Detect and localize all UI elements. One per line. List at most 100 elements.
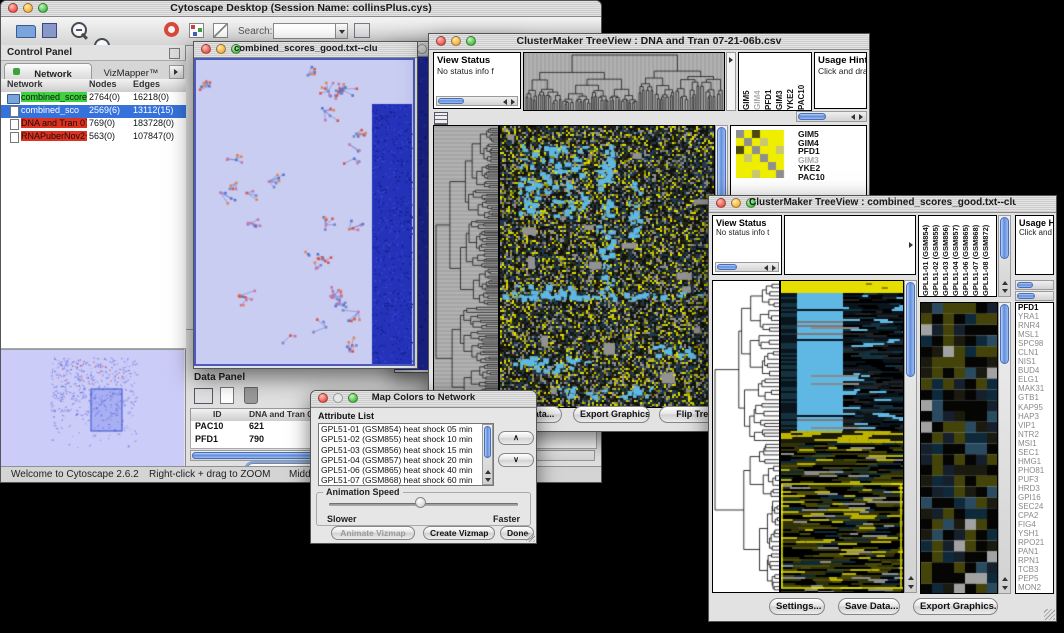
- tv1-row-label[interactable]: PAC10: [798, 173, 825, 182]
- tv1-column-label[interactable]: PFD1: [764, 55, 773, 110]
- gene-label[interactable]: KAP95: [1018, 403, 1053, 412]
- tab-vizmapper[interactable]: VizMapper™: [92, 63, 170, 79]
- minimize-button[interactable]: [417, 44, 427, 54]
- tv2-status-scrollbar[interactable]: [715, 262, 779, 272]
- gene-label[interactable]: MSL1: [1018, 330, 1053, 339]
- tab-overflow-arrow[interactable]: [169, 65, 184, 79]
- vizmap-icon[interactable]: [189, 23, 204, 38]
- tv2-column-label[interactable]: GPL51-03 (GSM856): [941, 218, 950, 296]
- gene-label[interactable]: TCB3: [1018, 565, 1053, 574]
- col-nodes[interactable]: Nodes: [89, 79, 117, 89]
- gene-label[interactable]: YRA1: [1018, 312, 1053, 321]
- gene-label[interactable]: SEC24: [1018, 502, 1053, 511]
- tv2-heatmap-vscrollbar[interactable]: [904, 280, 917, 593]
- tv2-column-label[interactable]: GPL51-02 (GSM855): [931, 218, 940, 296]
- gene-label[interactable]: FIG4: [1018, 520, 1053, 529]
- gene-label[interactable]: YSH1: [1018, 529, 1053, 538]
- gene-label[interactable]: HAP3: [1018, 412, 1053, 421]
- network-table-row[interactable]: combined_scores 2764(0) 16218(0): [1, 92, 186, 105]
- attribute-item[interactable]: GPL51-06 (GSM865) heat shock 40 min: [319, 465, 482, 475]
- tv1-column-label[interactable]: GIM5: [742, 55, 751, 110]
- move-down-button[interactable]: ∨: [498, 453, 534, 467]
- gene-label[interactable]: PEP5: [1018, 574, 1053, 583]
- search-dropdown-button[interactable]: [335, 23, 348, 39]
- tv2-column-label[interactable]: GPL51-01 (GSM854): [921, 218, 930, 296]
- tv1-export-graphics-button[interactable]: Export Graphics...: [573, 406, 650, 423]
- gene-label[interactable]: CPA2: [1018, 511, 1053, 520]
- resize-grip[interactable]: [526, 533, 535, 542]
- gene-label[interactable]: ELG1: [1018, 375, 1053, 384]
- close-button[interactable]: [436, 36, 446, 46]
- delete-attribute-icon[interactable]: [244, 387, 258, 404]
- open-session-icon[interactable]: [16, 25, 36, 38]
- minimize-button[interactable]: [451, 36, 461, 46]
- tv2-heatmap[interactable]: [780, 280, 904, 593]
- gene-label[interactable]: NTR2: [1018, 430, 1053, 439]
- create-vizmap-button[interactable]: Create Vizmap: [423, 526, 495, 540]
- move-up-button[interactable]: ∧: [498, 431, 534, 445]
- close-button[interactable]: [201, 44, 211, 54]
- gene-label[interactable]: MON2: [1018, 583, 1053, 592]
- help-lifesaver-icon[interactable]: [164, 22, 179, 37]
- search-input[interactable]: [273, 23, 337, 39]
- gene-label[interactable]: VIP1: [1018, 421, 1053, 430]
- close-button[interactable]: [318, 393, 328, 403]
- close-button[interactable]: [8, 3, 18, 13]
- network-canvas-1[interactable]: [196, 60, 413, 364]
- network-table-row[interactable]: DNA and Tran 07 769(0) 183728(0): [1, 118, 186, 131]
- minimize-button[interactable]: [216, 44, 226, 54]
- attribute-browser-icon[interactable]: [354, 23, 370, 38]
- tv2-save-data-button[interactable]: Save Data...: [838, 598, 900, 615]
- gene-label[interactable]: SEC1: [1018, 448, 1053, 457]
- gene-label[interactable]: MAK31: [1018, 384, 1053, 393]
- tv2-zoom-heatmap[interactable]: [920, 302, 998, 594]
- tv1-heatmap[interactable]: [499, 125, 715, 408]
- minimize-button[interactable]: [333, 393, 343, 403]
- tv1-panel-icon[interactable]: [434, 112, 448, 125]
- tv1-column-label[interactable]: GIM3: [775, 55, 784, 110]
- gene-label[interactable]: PFD1: [1018, 303, 1053, 312]
- gene-label[interactable]: GTB1: [1018, 393, 1053, 402]
- tv1-row-dendrogram[interactable]: [433, 125, 499, 408]
- gene-label[interactable]: HMG1: [1018, 457, 1053, 466]
- gene-label[interactable]: RPO21: [1018, 538, 1053, 547]
- attribute-item[interactable]: GPL51-01 (GSM854) heat shock 05 min: [319, 424, 482, 434]
- close-button[interactable]: [716, 198, 726, 208]
- network-table-row[interactable]: combined_sco 2569(6) 13112(15): [1, 105, 186, 118]
- tv2-column-label[interactable]: GPL51-04 (GSM857): [951, 218, 960, 296]
- tv1-column-dendrogram[interactable]: [523, 52, 725, 111]
- minimize-button[interactable]: [23, 3, 33, 13]
- gene-label[interactable]: SPC98: [1018, 339, 1053, 348]
- tv2-row-dendrogram[interactable]: [712, 280, 780, 593]
- tv1-summary-hscrollbar[interactable]: [796, 111, 867, 122]
- tv2-genelist-hscrollbar[interactable]: [1015, 291, 1054, 301]
- table-mode-icon[interactable]: [194, 388, 213, 404]
- main-titlebar[interactable]: Cytoscape Desktop (Session Name: collins…: [1, 1, 601, 17]
- gene-label[interactable]: MSI1: [1018, 439, 1053, 448]
- new-attribute-icon[interactable]: [220, 387, 234, 404]
- tv2-zoom-vscrollbar[interactable]: [998, 302, 1011, 594]
- attribute-list-vscrollbar[interactable]: [482, 424, 493, 485]
- minimize-button[interactable]: [731, 198, 741, 208]
- attribute-item[interactable]: GPL51-07 (GSM868) heat shock 60 min: [319, 475, 482, 485]
- col-edges[interactable]: Edges: [133, 79, 160, 89]
- attribute-item[interactable]: GPL51-04 (GSM857) heat shock 20 min: [319, 455, 482, 465]
- tv2-export-graphics-button[interactable]: Export Graphics...: [913, 598, 998, 615]
- gene-label[interactable]: HRD3: [1018, 484, 1053, 493]
- tv1-status-scrollbar[interactable]: [436, 96, 518, 106]
- tv2-settings-button[interactable]: Settings...: [769, 598, 825, 615]
- tv2-column-label[interactable]: GPL51-06 (GSM865): [961, 218, 970, 296]
- tv2-column-label[interactable]: GPL51-07 (GSM868): [971, 218, 980, 296]
- id-column[interactable]: ID: [213, 409, 222, 419]
- birdseye-view[interactable]: [1, 349, 184, 466]
- gene-label[interactable]: PAN1: [1018, 547, 1053, 556]
- gene-label[interactable]: PHO81: [1018, 466, 1053, 475]
- save-session-icon[interactable]: [42, 23, 57, 38]
- gene-label[interactable]: PUF3: [1018, 475, 1053, 484]
- zoom-out-icon[interactable]: [71, 22, 87, 38]
- tv1-column-label[interactable]: YKE2: [786, 55, 795, 110]
- tv2-labels-vscrollbar[interactable]: [998, 215, 1011, 297]
- network-table-row[interactable]: RNAPuberNov2+I 563(0) 107847(0): [1, 131, 186, 144]
- col-network[interactable]: Network: [7, 79, 43, 89]
- speed-slider-thumb[interactable]: [415, 497, 426, 508]
